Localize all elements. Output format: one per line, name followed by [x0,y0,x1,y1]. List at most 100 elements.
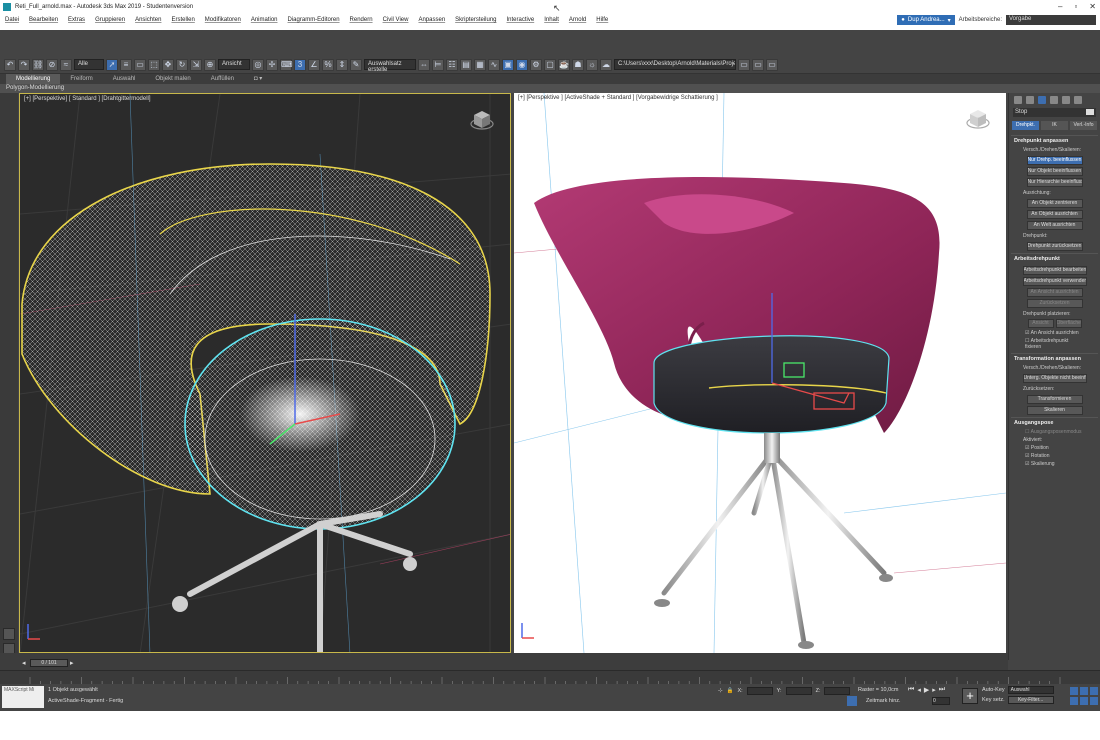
reset-working-pivot-button[interactable]: Zurücksetzen [1026,299,1083,308]
affect-pivot-only-button[interactable]: Nur Drehp. beeinflussen [1026,156,1083,165]
menu-skripterstellung[interactable]: Skriptersteilung [450,17,501,23]
z-coord-field[interactable] [824,687,851,695]
center-to-object-button[interactable]: An Objekt zentrieren [1026,199,1083,208]
menu-modifikatoren[interactable]: Modifikatoren [200,17,246,23]
layer-explorer-icon[interactable]: ▤ [460,58,472,71]
tab-auswahl[interactable]: Auswahl [103,74,146,84]
activeshade-icon[interactable]: ☼ [586,58,598,71]
slider-left-arrow-icon[interactable]: ◂ [22,659,26,667]
menu-civil-view[interactable]: Civil View [378,17,414,23]
modify-tab-icon[interactable] [1026,96,1034,104]
menu-gruppieren[interactable]: Gruppieren [90,17,130,23]
affect-object-only-button[interactable]: Nur Objekt beeinflussen [1026,167,1083,176]
render-online-icon[interactable]: ☁ [600,58,612,71]
maxscript-listener[interactable]: MAXScript Mi [2,686,44,708]
keyboard-shortcut-icon[interactable]: ⌨ [280,58,293,71]
open-folder-icon[interactable]: ▭ [752,58,764,71]
rollout-title[interactable]: Arbeitsdrehpunkt [1011,254,1098,264]
scale-checkbox[interactable]: ☑ Skalierung [1011,460,1098,468]
menu-erstellen[interactable]: Erstellen [166,17,199,23]
tab-auffuellen[interactable]: Auffüllen [201,74,244,84]
viewport-label-2[interactable]: [+] [Perspektive ] [ActiveShade + Standa… [518,95,718,101]
menu-inhalt[interactable]: Inhalt [539,17,564,23]
object-name-field[interactable]: Stop [1013,108,1096,117]
menu-diagramm-editoren[interactable]: Diagramm-Editoren [283,17,345,23]
tab-verl-info[interactable]: Verl.-Info [1070,121,1097,130]
viewport-layout-tab-icon[interactable] [3,628,15,640]
selection-filter-select[interactable]: Alle [74,59,104,70]
menu-datei[interactable]: Datei [0,17,24,23]
zoom-extents-icon[interactable] [1090,687,1098,695]
play-icon[interactable]: ▶ [924,686,929,694]
prev-frame-icon[interactable]: ◂ [917,686,921,694]
curve-editor-icon[interactable]: ∿ [488,58,500,71]
menu-rendern[interactable]: Rendern [345,17,378,23]
tab-ik[interactable]: IK [1041,121,1068,130]
rotate-icon[interactable]: ↻ [176,58,188,71]
menu-bearbeiten[interactable]: Bearbeiten [24,17,63,23]
zoom-all-icon[interactable] [1080,687,1088,695]
render-production-icon[interactable]: ☕ [558,58,570,71]
rollout-title[interactable]: Ausgangspose [1011,418,1098,428]
maximize-button[interactable]: ▫ [1074,2,1077,11]
mirror-icon[interactable]: ⇔ [418,58,430,71]
tab-modellierung[interactable]: Modellierung [6,74,61,84]
x-coord-field[interactable] [746,687,773,695]
snap-toggle-icon[interactable]: 3 [294,58,306,71]
current-frame-field[interactable]: 0 [932,697,950,705]
add-time-tag-button[interactable]: Zeitmark hinz. [866,698,901,704]
bind-spacewarp-icon[interactable]: ≈ [60,58,72,71]
project-folder-icon[interactable]: ▭ [738,58,750,71]
create-tab-icon[interactable] [1014,96,1022,104]
menu-hilfe[interactable]: Hilfe [591,17,613,23]
ribbon-options-icon[interactable]: ◘ ▾ [244,74,272,84]
absolute-mode-icon[interactable]: ⊹ [718,688,723,694]
object-color-swatch[interactable] [1086,109,1094,115]
render-setup-icon[interactable]: ⚙ [530,58,542,71]
utilities-tab-icon[interactable] [1074,96,1082,104]
link-icon[interactable]: ⛓ [32,58,44,71]
reset-transform-button[interactable]: Transformieren [1026,395,1083,404]
material-editor-icon[interactable]: ◉ [516,58,528,71]
rect-selection-icon[interactable]: ▭ [134,58,146,71]
angle-snap-icon[interactable]: ∠ [308,58,320,71]
redo-icon[interactable]: ↷ [18,58,30,71]
orbit-icon[interactable] [1090,697,1098,705]
unlink-icon[interactable]: ⊘ [46,58,58,71]
move-icon[interactable]: ✥ [162,58,174,71]
rotation-checkbox[interactable]: ☑ Rotation [1011,452,1098,460]
ribbon-toggle-icon[interactable]: ▦ [474,58,486,71]
skin-pose-mode-checkbox[interactable]: ☐ Ausgangsposenmodus [1011,428,1098,436]
align-to-world-button[interactable]: An Welt ausrichten [1026,221,1083,230]
place-surface-button[interactable]: Oberfläche [1055,319,1082,328]
align-to-view-button[interactable]: An Ansicht ausrichten [1026,288,1083,297]
edit-working-pivot-button[interactable]: Arbeitsdrehpunkt bearbeiten [1022,266,1087,275]
menu-interactive[interactable]: Interactive [502,17,540,23]
viewport-wireframe[interactable]: [+] [Perspektive] [ Standard ] [Drahtgit… [19,93,511,653]
user-account-button[interactable]: ● Dup Andrea... ▾ [897,15,955,25]
next-frame-icon[interactable]: ▸ [932,686,936,694]
rollout-title[interactable]: Transformation anpassen [1011,354,1098,364]
hierarchy-tab-icon[interactable] [1038,96,1046,104]
y-coord-field[interactable] [785,687,812,695]
minimize-button[interactable]: – [1058,2,1062,11]
reset-scale-button[interactable]: Skalieren [1026,406,1083,415]
slider-right-arrow-icon[interactable]: ▸ [70,659,74,667]
spinner-snap-icon[interactable]: ⇕ [336,58,348,71]
reference-coord-select[interactable]: Ansicht [218,59,250,70]
project-folder-field[interactable]: C:\Users\xxx\Desktop\Arnold\Materials\Pr… [614,59,736,70]
dont-affect-children-button[interactable]: Unterg. Objekte nicht beeinfl. [1022,374,1087,383]
set-key-icon[interactable]: + [962,688,978,704]
go-to-end-icon[interactable]: ⏭ [939,686,945,694]
time-slider[interactable]: 0 / 101 [30,659,68,667]
go-to-start-icon[interactable]: ⏮ [908,686,914,694]
align-to-view-checkbox[interactable]: ☑ An Ansicht ausrichten [1011,329,1098,337]
render-iterative-icon[interactable]: ☗ [572,58,584,71]
window-crossing-icon[interactable]: ⬚ [148,58,160,71]
viewcube-2-icon[interactable] [966,107,990,131]
motion-tab-icon[interactable] [1050,96,1058,104]
pivot-center-icon[interactable]: ◎ [252,58,264,71]
chair-base-wireframe[interactable] [187,511,413,653]
percent-snap-icon[interactable]: % [322,58,334,71]
select-object-icon[interactable]: ➚ [106,58,118,71]
